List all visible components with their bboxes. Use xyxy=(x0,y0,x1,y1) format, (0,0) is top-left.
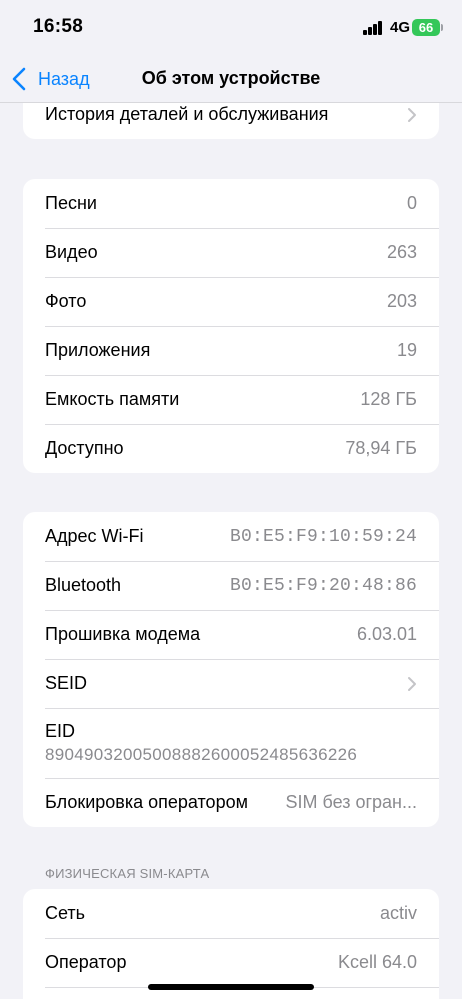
apps-label: Приложения xyxy=(45,340,151,360)
carrier-lock-value: SIM без огран... xyxy=(285,792,417,812)
sim-network-label: Сеть xyxy=(45,903,86,923)
history-label: История деталей и обслуживания xyxy=(45,104,329,124)
navigation-bar: Назад Об этом устройстве xyxy=(0,56,462,103)
carrier-lock-label: Блокировка оператором xyxy=(45,792,248,812)
photos-label: Фото xyxy=(45,291,87,311)
cellular-signal-icon xyxy=(363,21,385,35)
eid-value: 89049032005008882600052485636226 xyxy=(45,745,358,764)
battery-icon: 66 xyxy=(412,19,440,36)
songs-label: Песни xyxy=(45,193,97,213)
photos-value: 203 xyxy=(386,291,417,311)
eid-row[interactable]: EID 89049032005008882600052485636226 xyxy=(23,708,439,778)
page-title: Об этом устройстве xyxy=(141,68,321,88)
physical-sim-header: ФИЗИЧЕСКАЯ SIM-КАРТА xyxy=(45,866,210,881)
bluetooth-row[interactable]: Bluetooth B0:E5:F9:20:48:86 xyxy=(23,561,439,610)
chevron-right-icon xyxy=(408,107,416,122)
sim-group: Сеть activ Оператор Kcell 64.0 xyxy=(23,889,439,999)
songs-row: Песни 0 xyxy=(23,179,439,228)
videos-row: Видео 263 xyxy=(23,228,439,277)
songs-value: 0 xyxy=(406,193,417,213)
status-bar: 16:58 4G 66 xyxy=(0,0,462,56)
carrier-lock-row: Блокировка оператором SIM без огран... xyxy=(23,778,439,827)
chevron-right-icon xyxy=(408,676,416,691)
wifi-address-label: Адрес Wi-Fi xyxy=(45,526,144,546)
seid-label: SEID xyxy=(45,673,88,693)
apps-row: Приложения 19 xyxy=(23,326,439,375)
capacity-value: 128 ГБ xyxy=(360,389,417,409)
media-group: Песни 0 Видео 263 Фото 203 Приложения 19… xyxy=(23,179,439,473)
apps-value: 19 xyxy=(396,340,417,360)
modem-firmware-row[interactable]: Прошивка модема 6.03.01 xyxy=(23,610,439,659)
capacity-label: Емкость памяти xyxy=(45,389,180,409)
seid-row[interactable]: SEID xyxy=(23,659,439,708)
home-indicator[interactable] xyxy=(148,984,314,990)
modem-firmware-value: 6.03.01 xyxy=(356,624,417,644)
videos-value: 263 xyxy=(386,242,417,262)
bluetooth-label: Bluetooth xyxy=(45,575,122,595)
eid-label: EID xyxy=(45,721,76,741)
wifi-address-value: B0:E5:F9:10:59:24 xyxy=(229,526,417,547)
sim-carrier-row: Оператор Kcell 64.0 xyxy=(23,938,439,987)
status-time: 16:58 xyxy=(33,16,84,37)
wifi-address-row[interactable]: Адрес Wi-Fi B0:E5:F9:10:59:24 xyxy=(23,512,439,561)
sim-network-row: Сеть activ xyxy=(23,889,439,938)
battery-tip xyxy=(441,24,443,31)
capacity-row: Емкость памяти 128 ГБ xyxy=(23,375,439,424)
bluetooth-value: B0:E5:F9:20:48:86 xyxy=(229,575,417,596)
battery-level: 66 xyxy=(418,20,434,35)
available-value: 78,94 ГБ xyxy=(345,438,417,458)
videos-label: Видео xyxy=(45,242,98,262)
photos-row: Фото 203 xyxy=(23,277,439,326)
available-label: Доступно xyxy=(45,438,124,458)
network-group: Адрес Wi-Fi B0:E5:F9:10:59:24 Bluetooth … xyxy=(23,512,439,827)
sim-carrier-value: Kcell 64.0 xyxy=(337,952,417,972)
sim-network-value: activ xyxy=(379,903,417,923)
sim-carrier-label: Оператор xyxy=(45,952,127,972)
available-row: Доступно 78,94 ГБ xyxy=(23,424,439,473)
network-type: 4G xyxy=(390,19,411,36)
modem-firmware-label: Прошивка модема xyxy=(45,624,201,644)
